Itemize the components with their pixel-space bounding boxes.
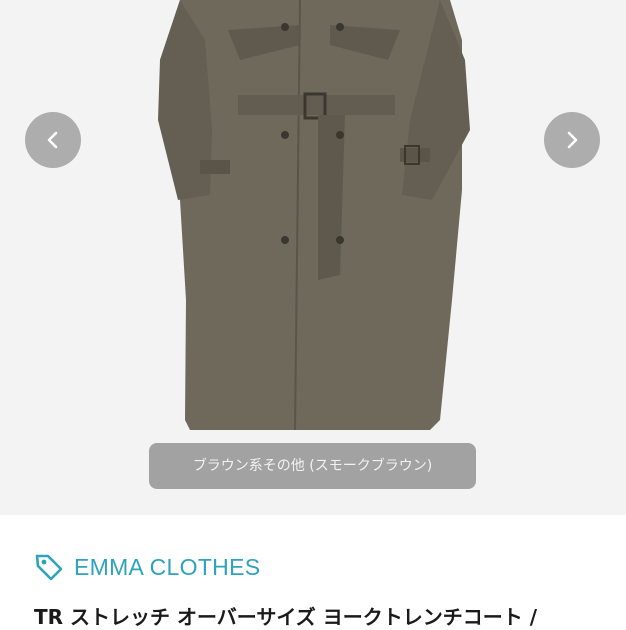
previous-image-button[interactable]: [25, 112, 81, 168]
chevron-right-icon: [567, 131, 578, 149]
next-image-button[interactable]: [544, 112, 600, 168]
chevron-left-icon: [47, 131, 58, 149]
product-info: EMMA CLOTHES TR ストレッチ オーバーサイズ ヨークトレンチコート…: [0, 515, 626, 629]
brand-link[interactable]: EMMA CLOTHES: [34, 552, 260, 582]
brand-name: EMMA CLOTHES: [74, 553, 261, 580]
tag-icon: [35, 554, 63, 581]
product-image-gallery[interactable]: ブラウン系その他 (スモークブラウン): [0, 0, 626, 515]
image-caption: ブラウン系その他 (スモークブラウン): [149, 443, 476, 489]
product-photo: [0, 0, 626, 515]
